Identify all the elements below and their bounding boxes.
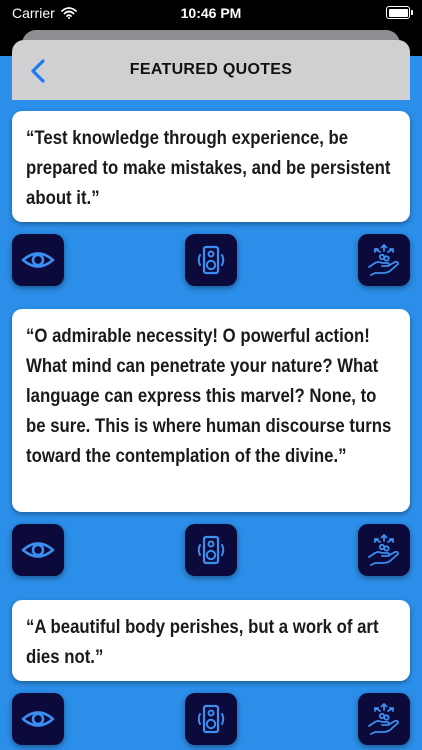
share-button[interactable]: [358, 693, 410, 745]
share-hand-icon: [368, 534, 399, 566]
page-title: FEATURED QUOTES: [129, 61, 293, 78]
speaker-icon: [197, 535, 225, 565]
eye-icon: [21, 252, 55, 268]
eye-icon: [21, 542, 55, 558]
speaker-icon: [197, 704, 225, 734]
status-bar: Carrier 10:46 PM: [0, 0, 422, 26]
status-right: [386, 6, 413, 19]
quote-card: “A beautiful body perishes, but a work o…: [12, 600, 410, 681]
quote-card: “O admirable necessity! O powerful actio…: [12, 309, 410, 512]
battery-icon: [386, 6, 413, 19]
quote-text: “Test knowledge through experience, be p…: [26, 127, 391, 209]
speaker-icon: [197, 245, 225, 275]
share-hand-icon: [368, 703, 399, 735]
speak-button[interactable]: [185, 693, 237, 745]
nav-bar: FEATURED QUOTES: [12, 40, 410, 100]
quote-text: “O admirable necessity! O powerful actio…: [26, 325, 392, 467]
view-button[interactable]: [12, 234, 64, 286]
speak-button[interactable]: [185, 524, 237, 576]
view-button[interactable]: [12, 693, 64, 745]
view-button[interactable]: [12, 524, 64, 576]
share-button[interactable]: [358, 524, 410, 576]
eye-icon: [21, 711, 55, 727]
quote-text: “A beautiful body perishes, but a work o…: [26, 616, 379, 668]
share-hand-icon: [368, 244, 399, 276]
status-time: 10:46 PM: [180, 5, 242, 21]
quote-card: “Test knowledge through experience, be p…: [12, 111, 410, 222]
share-button[interactable]: [358, 234, 410, 286]
speak-button[interactable]: [185, 234, 237, 286]
